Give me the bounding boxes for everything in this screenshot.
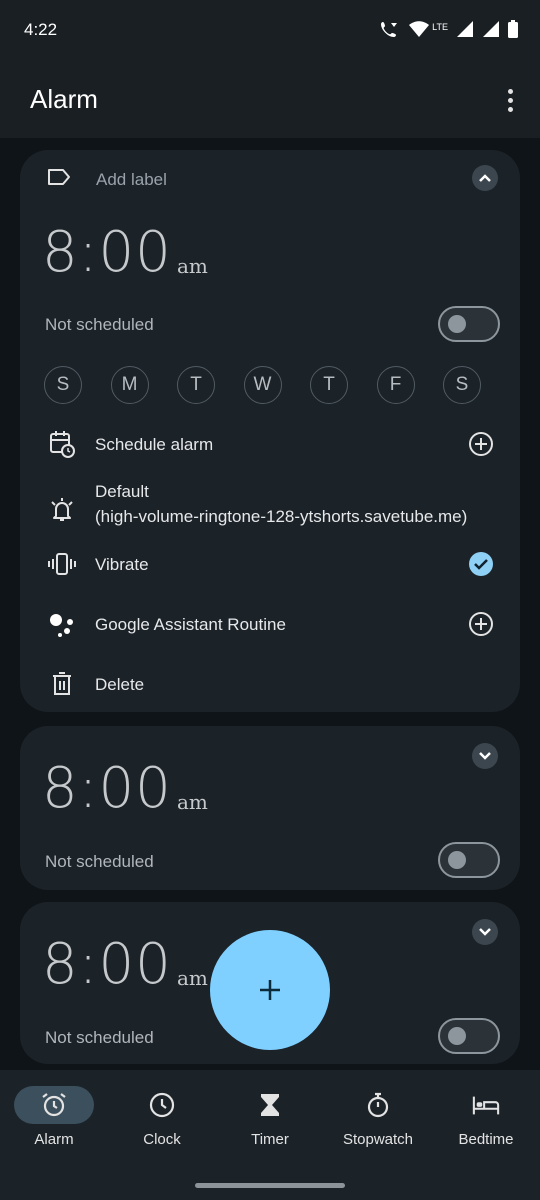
battery-icon <box>508 20 518 43</box>
ringtone-file: (high-volume-ringtone-128-ytshorts.savet… <box>95 507 468 526</box>
alarm-status: Not scheduled <box>45 1028 154 1047</box>
status-time: 4:22 <box>24 20 58 39</box>
delete-row[interactable]: Delete <box>20 664 520 704</box>
plus-icon <box>260 980 280 1000</box>
day-sunday[interactable]: S <box>44 366 82 404</box>
day-thursday[interactable]: T <box>310 366 348 404</box>
expand-button[interactable] <box>472 919 498 945</box>
nav-alarm[interactable]: Alarm <box>0 1070 108 1170</box>
add-routine-icon[interactable] <box>468 611 494 642</box>
signal-icon-2 <box>482 20 500 43</box>
wifi-calling-icon <box>380 20 400 43</box>
signal-icon <box>456 20 474 43</box>
status-bar: 4:22 LTE <box>0 0 540 64</box>
add-alarm-button[interactable] <box>210 930 330 1050</box>
bottom-navigation: Alarm Clock Timer Stopwatch Bedtime <box>0 1070 540 1200</box>
clock-icon <box>148 1091 176 1119</box>
vibrate-label: Vibrate <box>95 555 149 574</box>
alarm-card-expanded[interactable]: Add label 8:00 am Not scheduled S M T W … <box>20 150 520 712</box>
hourglass-icon <box>256 1091 284 1119</box>
schedule-alarm-label: Schedule alarm <box>95 435 214 454</box>
alarm-time[interactable]: 8:00 <box>42 220 172 285</box>
status-icons: LTE <box>380 20 518 43</box>
day-selector: S M T W T F S <box>44 366 481 404</box>
alarm-card[interactable]: 8:00 am Not scheduled <box>20 726 520 890</box>
add-label-button[interactable]: Add label <box>46 166 167 193</box>
day-monday[interactable]: M <box>110 366 149 404</box>
alarm-toggle[interactable] <box>438 306 500 342</box>
check-icon <box>469 552 493 576</box>
nav-timer[interactable]: Timer <box>216 1070 324 1170</box>
add-schedule-icon[interactable] <box>468 431 494 462</box>
stopwatch-icon <box>364 1091 392 1119</box>
alarm-toggle[interactable] <box>438 842 500 878</box>
home-indicator[interactable] <box>195 1183 345 1188</box>
schedule-alarm-row[interactable]: Schedule alarm <box>20 424 520 464</box>
vibrate-icon <box>46 548 78 580</box>
calendar-clock-icon <box>46 428 78 460</box>
alarm-time[interactable]: 8:00 <box>42 932 172 997</box>
assistant-routine-row[interactable]: Google Assistant Routine <box>20 604 520 644</box>
page-title: Alarm <box>30 84 98 114</box>
collapse-button[interactable] <box>472 165 498 191</box>
day-tuesday[interactable]: T <box>177 366 215 404</box>
alarm-icon <box>40 1091 68 1119</box>
alarm-status: Not scheduled <box>45 852 154 871</box>
expand-button[interactable] <box>472 743 498 769</box>
alarm-toggle[interactable] <box>438 1018 500 1054</box>
delete-label: Delete <box>95 675 145 694</box>
nav-label: Clock <box>143 1131 181 1148</box>
nav-label: Bedtime <box>458 1131 514 1148</box>
day-wednesday[interactable]: W <box>243 366 282 404</box>
day-saturday[interactable]: S <box>443 366 481 404</box>
label-icon <box>46 166 72 193</box>
vibrate-checkbox[interactable] <box>468 551 494 582</box>
alarm-ampm: am <box>177 254 208 278</box>
nav-bedtime[interactable]: Bedtime <box>432 1070 540 1170</box>
alarm-time[interactable]: 8:00 <box>42 756 172 821</box>
nav-clock[interactable]: Clock <box>108 1070 216 1170</box>
alarm-ampm: am <box>177 966 208 990</box>
chevron-up-icon <box>479 174 491 182</box>
chevron-down-icon <box>479 752 491 760</box>
google-assistant-icon <box>46 608 78 640</box>
more-options-button[interactable] <box>496 84 524 116</box>
bed-icon <box>472 1091 500 1119</box>
nav-label: Timer <box>251 1131 289 1148</box>
nav-label: Stopwatch <box>342 1131 414 1148</box>
ringtone-name: Default <box>95 482 149 501</box>
bell-icon <box>46 494 78 526</box>
add-label-text: Add label <box>96 169 167 189</box>
app-bar: Alarm <box>0 64 540 138</box>
alarm-ampm: am <box>177 790 208 814</box>
day-friday[interactable]: F <box>376 366 415 404</box>
alarm-status: Not scheduled <box>45 315 154 334</box>
chevron-down-icon <box>479 928 491 936</box>
lte-label: LTE <box>432 21 448 32</box>
trash-icon <box>46 668 78 700</box>
assistant-routine-label: Google Assistant Routine <box>95 615 286 634</box>
vibrate-row[interactable]: Vibrate <box>20 544 520 584</box>
wifi-icon <box>408 20 430 43</box>
nav-stopwatch[interactable]: Stopwatch <box>324 1070 432 1170</box>
nav-label: Alarm <box>34 1131 74 1148</box>
